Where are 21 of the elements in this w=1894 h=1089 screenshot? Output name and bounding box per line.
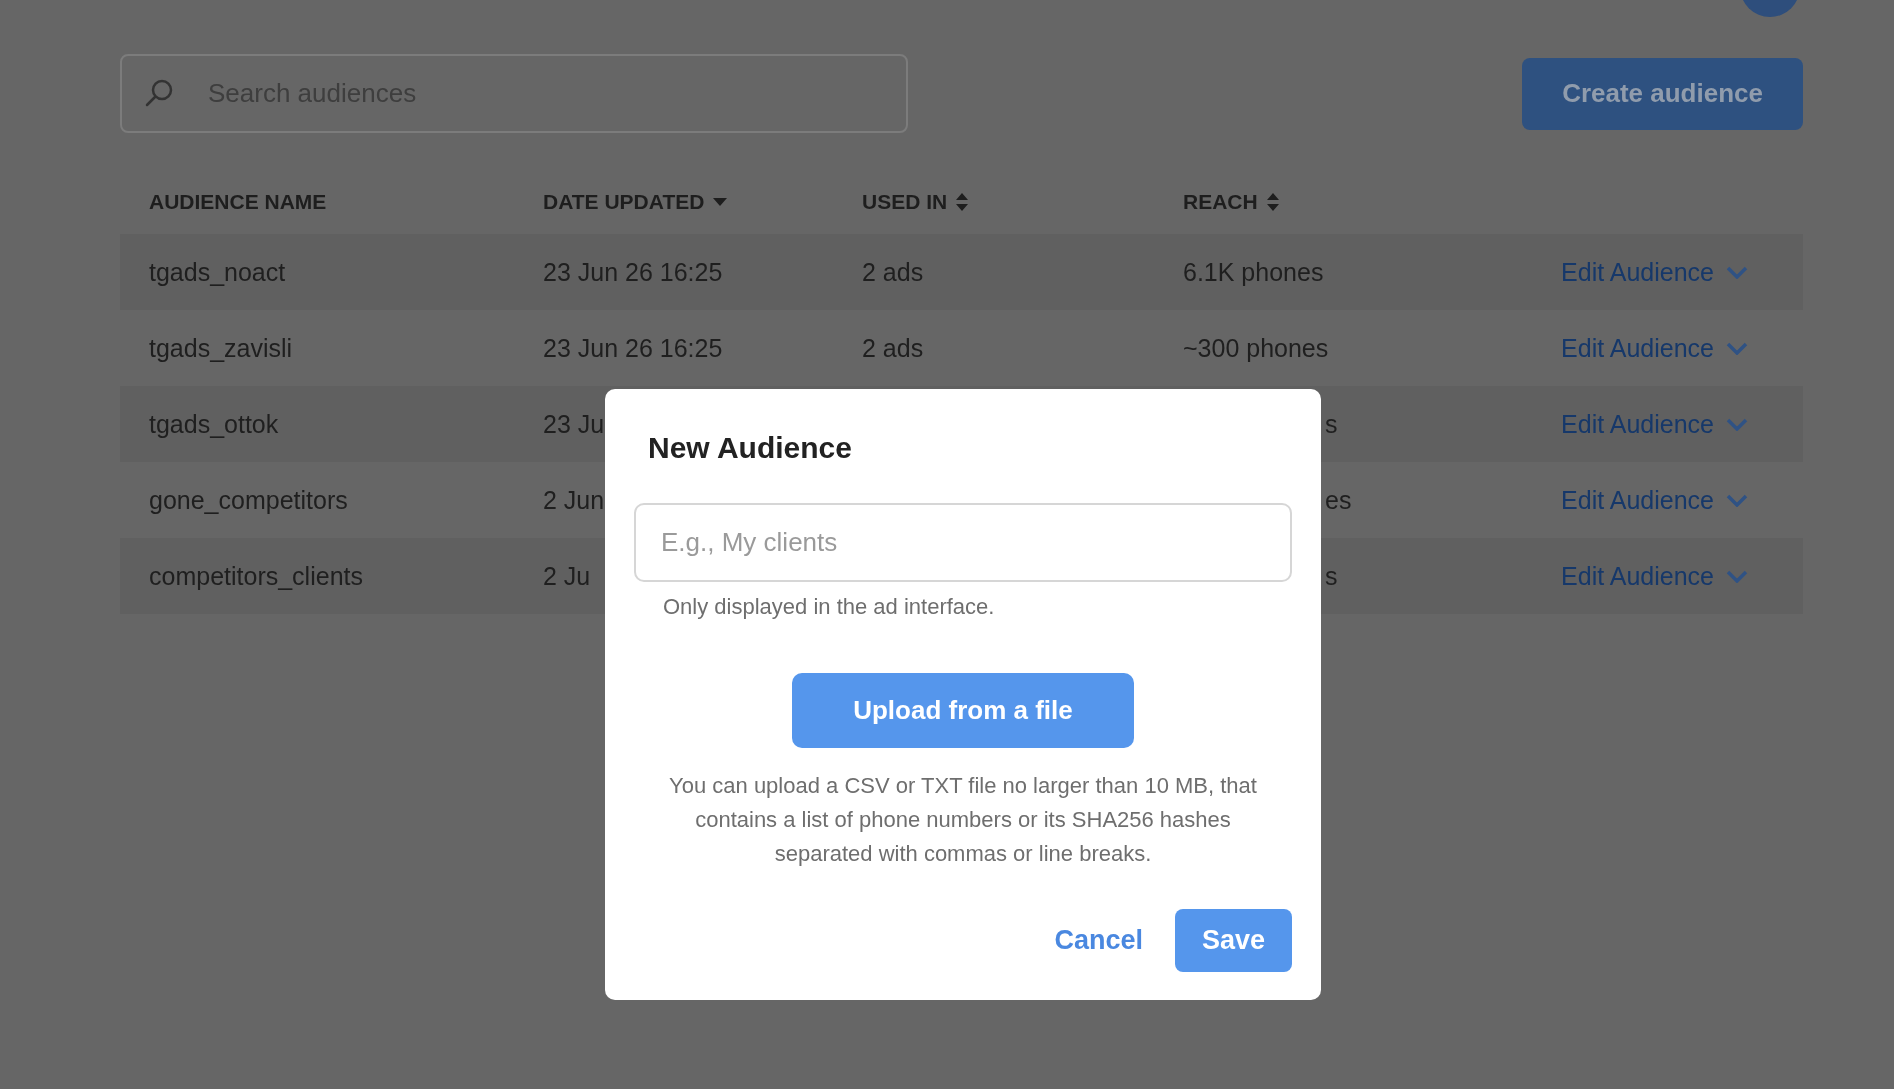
table-cell: 23 Jun 26 16:25 xyxy=(543,257,723,286)
field-hint: Only displayed in the ad interface. xyxy=(663,594,996,620)
column-header: AUDIENCE NAME xyxy=(149,190,327,214)
table-cell: tgads_zavisli xyxy=(149,333,293,362)
table-cell: 23 Jun 26 16:25 xyxy=(543,333,723,362)
table-cell: tgads_ottok xyxy=(149,409,279,438)
table-cell: 6.1K phones xyxy=(1183,257,1324,286)
table-cell: ~300 phones xyxy=(1183,333,1329,362)
table-cell: competitors_clients xyxy=(149,561,363,590)
dialog-title: New Audience xyxy=(648,431,853,465)
table-cell: s xyxy=(1325,409,1338,438)
table-cell: 2 ads xyxy=(862,257,924,286)
upload-description: You can upload a CSV or TXT file no larger than 10 MB, that contains a list of phone numbers or its SHA256 hashes separated with commas or line breaks. xyxy=(668,772,1258,868)
table-cell: 23 Ju xyxy=(543,409,605,438)
table-cell: 2 Jun xyxy=(543,485,605,514)
table-cell: s xyxy=(1325,561,1338,590)
table-cell: 2 Ju xyxy=(543,561,591,590)
table-cell: tgads_noact xyxy=(149,257,286,286)
table-cell: 2 ads xyxy=(862,333,924,362)
table-cell: es xyxy=(1325,485,1352,514)
table-cell: gone_competitors xyxy=(149,485,348,514)
